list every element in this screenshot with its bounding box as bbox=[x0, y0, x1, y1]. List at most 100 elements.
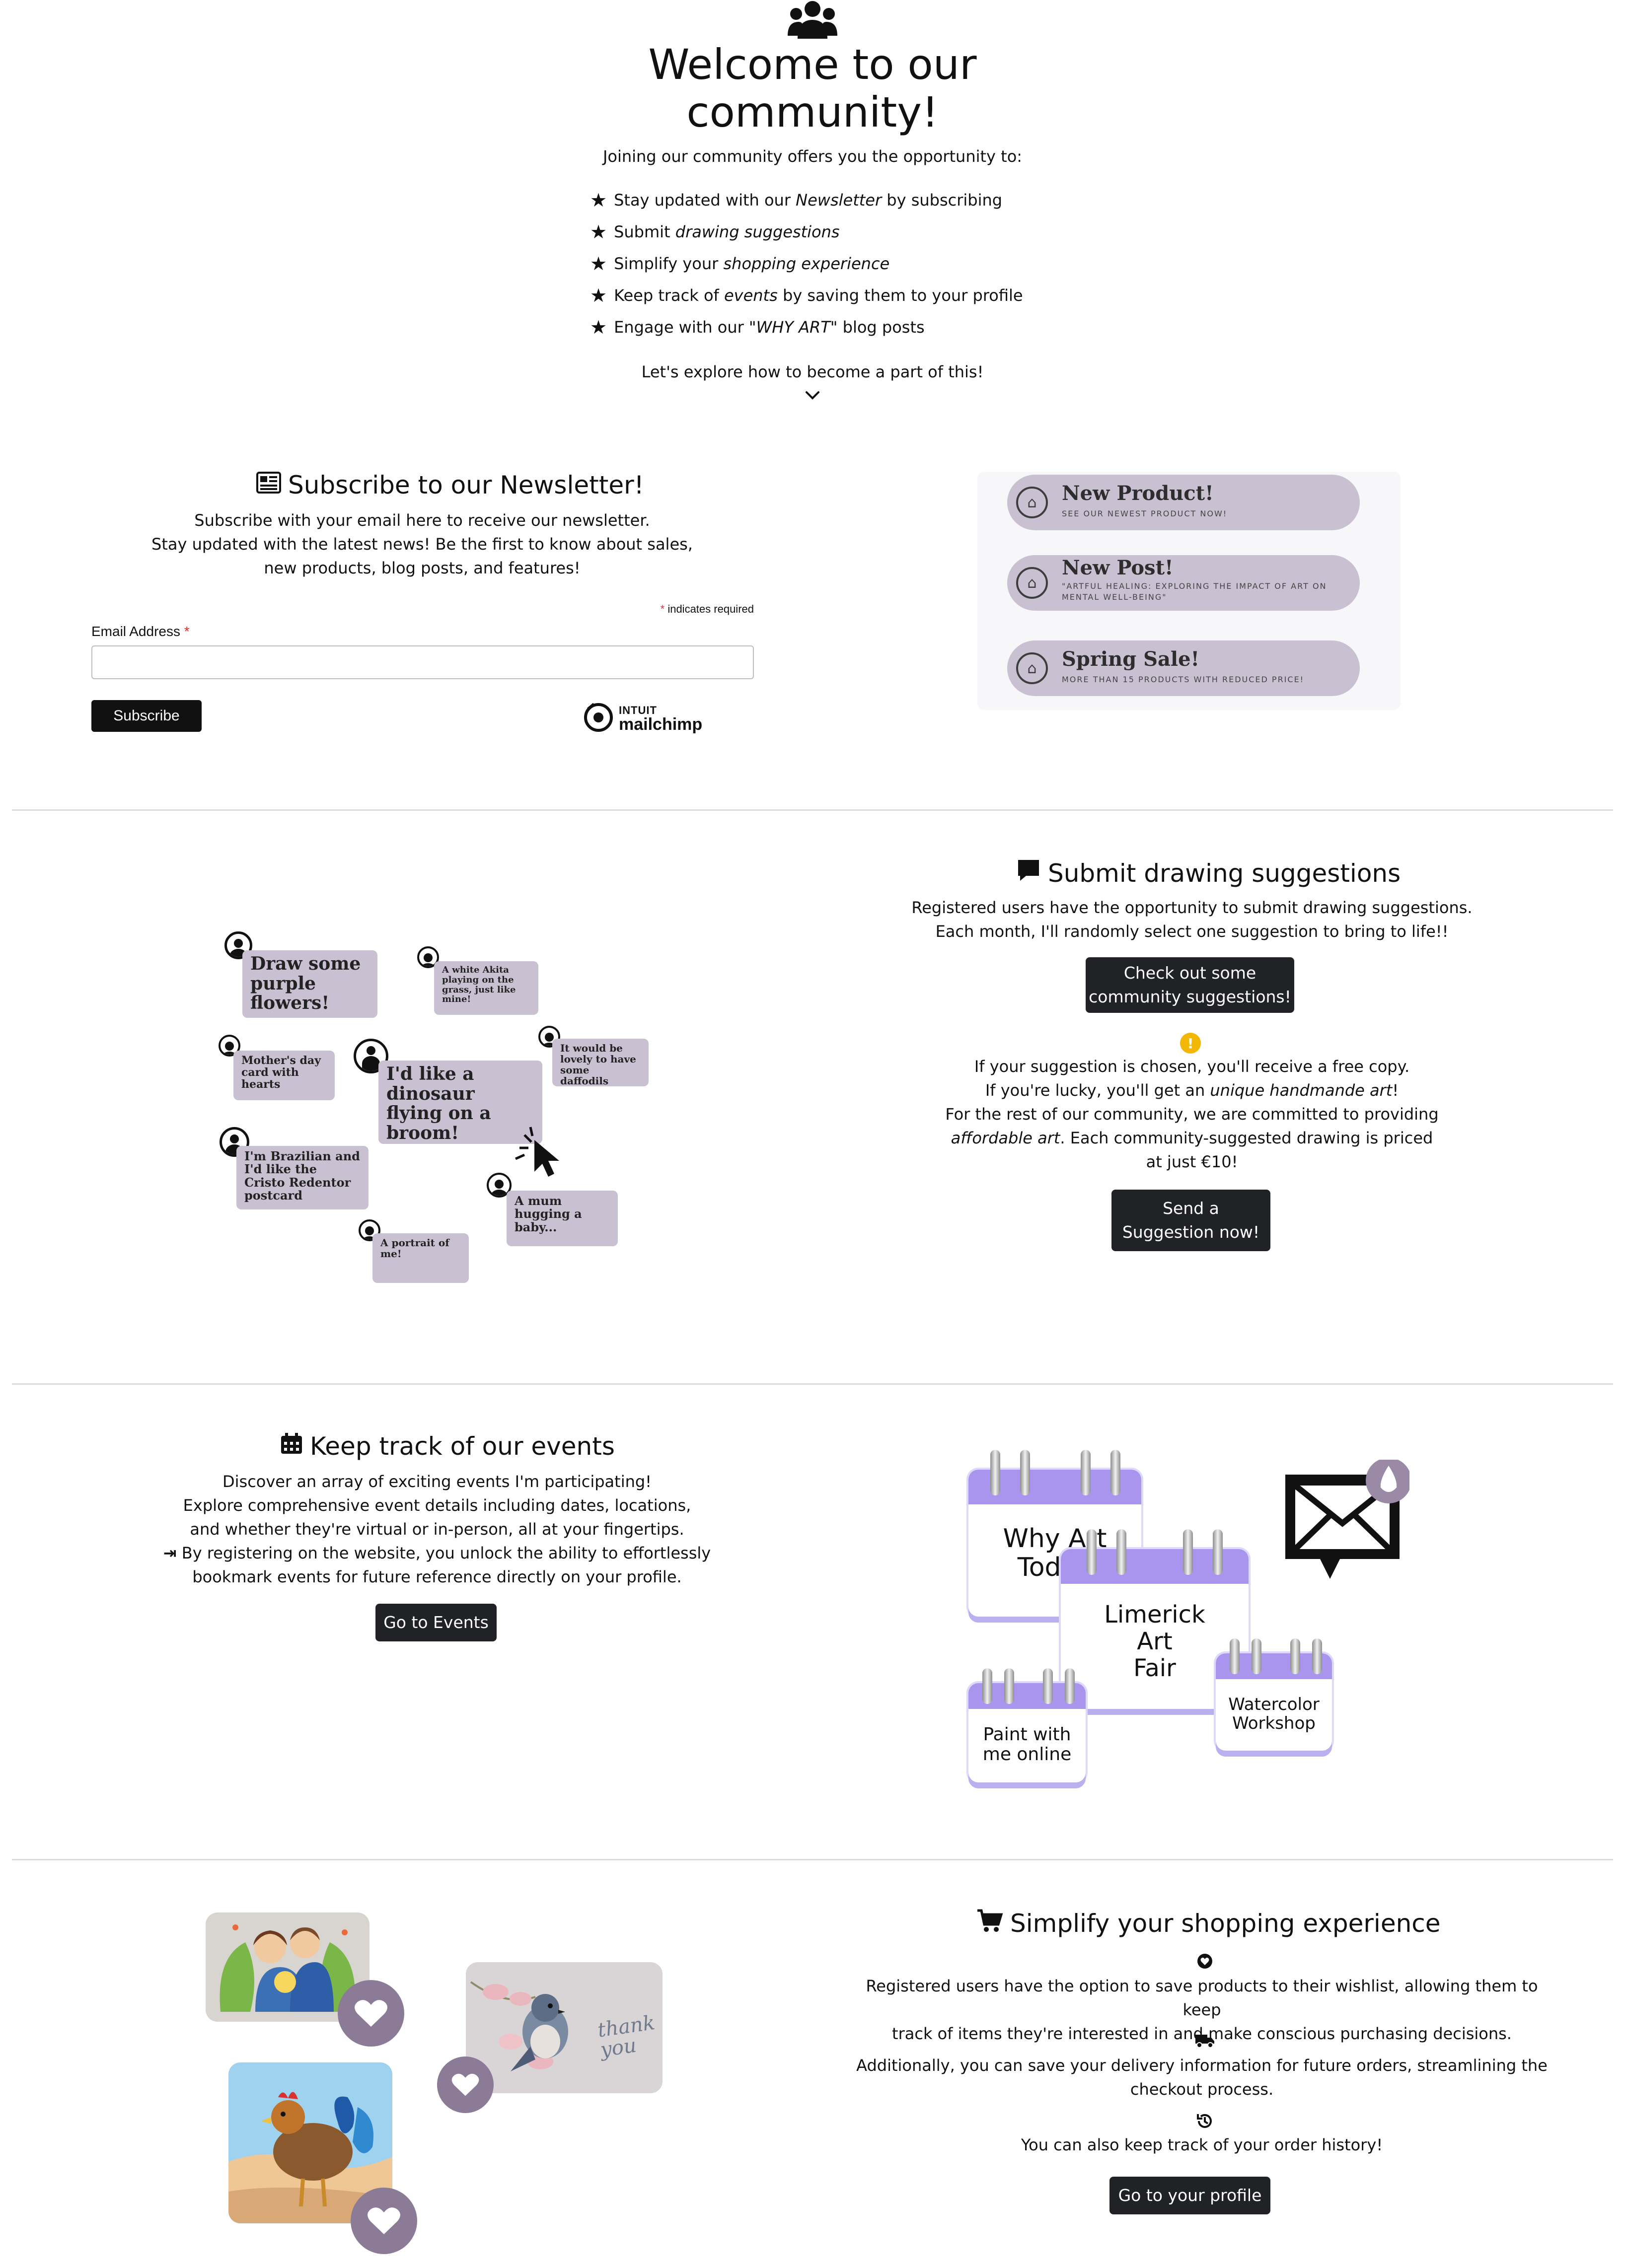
notification-new-post: ⌂ New Post! "ARTFUL HEALING: EXPLORING T… bbox=[1007, 555, 1360, 611]
section-divider bbox=[12, 1383, 1613, 1385]
suggestion-bubble: A white Akita playing on the grass, just… bbox=[434, 961, 538, 1015]
delivery-truck-icon bbox=[1195, 2033, 1215, 2049]
events-line: By registering on the website, you unloc… bbox=[181, 1544, 711, 1562]
go-to-profile-button[interactable]: Go to your profile bbox=[1109, 2177, 1270, 2214]
events-line: and whether they're virtual or in-person… bbox=[190, 1520, 684, 1539]
newsletter-line: new products, blog posts, and features! bbox=[264, 559, 581, 577]
chevron-down-icon[interactable] bbox=[805, 389, 820, 401]
mailchimp-wordmark: mailchimp bbox=[619, 715, 703, 734]
benefit-emphasis: Newsletter bbox=[796, 191, 882, 210]
explore-text: Let's explore how to become a part of th… bbox=[641, 362, 984, 381]
subscribe-button[interactable]: Subscribe bbox=[91, 700, 202, 732]
newsletter-line: Stay updated with the latest news! Be th… bbox=[151, 535, 693, 554]
check-suggestions-label: community suggestions! bbox=[1089, 987, 1291, 1006]
shopping-history-text: You can also keep track of your order hi… bbox=[1021, 2135, 1383, 2154]
notification-subtitle: MORE THAN 15 PRODUCTS WITH REDUCED PRICE… bbox=[1062, 675, 1305, 684]
benefit-text: Stay updated with our bbox=[614, 191, 796, 210]
calendar-label: Workshop bbox=[1232, 1713, 1316, 1734]
suggestions-description: Registered users have the opportunity to… bbox=[894, 896, 1490, 943]
send-suggestion-label: Suggestion now! bbox=[1122, 1222, 1260, 1242]
benefit-item: ★ Engage with our "WHY ART" blog posts bbox=[590, 318, 925, 337]
benefit-item: ★ Simplify your shopping experience bbox=[590, 254, 889, 273]
bell-icon: ⌂ bbox=[1016, 487, 1048, 518]
shopping-line: Registered users have the option to save… bbox=[866, 1977, 1538, 2019]
suggestions-info-line: at just €10! bbox=[1146, 1152, 1238, 1171]
calendar-label: Paint with bbox=[983, 1724, 1071, 1745]
send-suggestion-button[interactable]: Send a Suggestion now! bbox=[1111, 1190, 1270, 1251]
wishlist-heart-button[interactable] bbox=[351, 2188, 417, 2254]
mail-chat-icon bbox=[1275, 1458, 1411, 1599]
hero-subtitle: Joining our community offers you the opp… bbox=[602, 147, 1023, 166]
suggestions-info-line: If you're lucky, you'll get an bbox=[985, 1081, 1210, 1100]
suggestions-info-line: For the rest of our community, we are co… bbox=[945, 1105, 1439, 1124]
send-suggestion-label: Send a bbox=[1163, 1199, 1219, 1218]
benefit-item: ★ Stay updated with our Newsletter by su… bbox=[590, 191, 1002, 210]
wishlist-heart-button[interactable] bbox=[437, 2056, 494, 2113]
calendar-label: me online bbox=[982, 1744, 1072, 1765]
suggestions-title-text: Submit drawing suggestions bbox=[1048, 859, 1401, 888]
mailchimp-icon bbox=[583, 702, 614, 733]
notification-spring-sale: ⌂ Spring Sale! MORE THAN 15 PRODUCTS WIT… bbox=[1007, 640, 1360, 696]
suggestions-info-emphasis: affordable art bbox=[951, 1129, 1060, 1147]
product-image-thank-you-card[interactable]: thank you bbox=[466, 1962, 663, 2093]
benefit-text: blog posts bbox=[837, 318, 925, 337]
calendar-watercolor-workshop: Watercolor Workshop bbox=[1216, 1638, 1332, 1751]
suggestions-line: Registered users have the opportunity to… bbox=[911, 898, 1473, 917]
notification-title: New Post! bbox=[1062, 556, 1174, 579]
notification-preview: ⌂ New Product! SEE OUR NEWEST PRODUCT NO… bbox=[977, 472, 1401, 710]
page-title: Welcome to our community! bbox=[515, 41, 1110, 136]
benefit-text: Submit bbox=[614, 222, 675, 241]
history-icon bbox=[1196, 2112, 1214, 2130]
notification-new-product: ⌂ New Product! SEE OUR NEWEST PRODUCT NO… bbox=[1007, 475, 1360, 530]
benefit-emphasis: shopping experience bbox=[723, 254, 890, 273]
newsletter-description: Subscribe with your email here to receiv… bbox=[149, 508, 695, 580]
calendar-label: Watercolor bbox=[1228, 1695, 1320, 1714]
page-title-line1: Welcome to our bbox=[648, 40, 977, 89]
benefit-emphasis: drawing suggestions bbox=[675, 222, 840, 241]
suggestion-bubbles-illustration: Draw some purple flowers! A white Akita … bbox=[199, 923, 656, 1301]
chat-bubble-icon bbox=[1016, 858, 1041, 889]
suggestion-bubble: Draw some purple flowers! bbox=[242, 950, 377, 1018]
calendar-paint-with-me-online: Paint with me online bbox=[968, 1668, 1086, 1782]
suggestions-line: Each month, I'll randomly select one sug… bbox=[935, 922, 1449, 941]
bell-icon: ⌂ bbox=[1016, 567, 1048, 599]
benefit-text: Keep track of bbox=[614, 286, 724, 305]
calendar-label: Art bbox=[1137, 1627, 1173, 1655]
benefit-text: by subscribing bbox=[882, 191, 1003, 210]
suggestions-info-line: ! bbox=[1392, 1081, 1399, 1100]
shopping-title-text: Simplify your shopping experience bbox=[1010, 1909, 1441, 1938]
email-field[interactable] bbox=[91, 645, 754, 679]
page-title-line2: community! bbox=[686, 88, 939, 137]
sign-in-icon: ⇥ bbox=[163, 1544, 177, 1562]
warning-icon: ! bbox=[1180, 1033, 1201, 1054]
suggestions-info-line: If your suggestion is chosen, you'll rec… bbox=[974, 1057, 1410, 1076]
required-note: * indicates required bbox=[646, 603, 754, 616]
suggestion-bubble: It would be lovely to have some daffodil… bbox=[552, 1039, 649, 1086]
suggestions-title: Submit drawing suggestions bbox=[1016, 858, 1401, 889]
events-line: Discover an array of exciting events I'm… bbox=[222, 1472, 652, 1491]
thank-you-lettering: thank you bbox=[596, 2011, 657, 2062]
section-divider bbox=[12, 1859, 1613, 1860]
star-icon: ★ bbox=[590, 253, 607, 275]
required-asterisk: * bbox=[184, 624, 190, 639]
suggestions-info-emphasis: unique handmande art bbox=[1210, 1081, 1393, 1100]
star-icon: ★ bbox=[590, 189, 607, 211]
notification-title: New Product! bbox=[1062, 482, 1214, 505]
mailchimp-logo[interactable]: INTUIT mailchimp bbox=[583, 700, 712, 735]
events-description: Discover an array of exciting events I'm… bbox=[149, 1470, 725, 1589]
wishlist-heart-button[interactable] bbox=[338, 1980, 404, 2047]
shopping-delivery-text: Additionally, you can save your delivery… bbox=[844, 2054, 1559, 2101]
benefit-emphasis: events bbox=[724, 286, 778, 305]
shopping-title: Simplify your shopping experience bbox=[976, 1909, 1441, 1938]
newsletter-title-text: Subscribe to our Newsletter! bbox=[288, 471, 644, 499]
shopping-cart-icon bbox=[976, 1909, 1003, 1938]
benefit-emphasis: "WHY ART" bbox=[748, 318, 838, 337]
notification-title: Spring Sale! bbox=[1062, 647, 1200, 671]
email-label: Email Address * bbox=[91, 624, 190, 639]
suggestion-bubble: Mother's day card with hearts bbox=[233, 1051, 335, 1100]
benefit-item: ★ Submit drawing suggestions bbox=[590, 222, 840, 241]
events-title-text: Keep track of our events bbox=[310, 1432, 615, 1461]
check-suggestions-button[interactable]: Check out some community suggestions! bbox=[1086, 957, 1294, 1013]
star-icon: ★ bbox=[590, 284, 607, 306]
go-to-events-button[interactable]: Go to Events bbox=[375, 1604, 497, 1641]
